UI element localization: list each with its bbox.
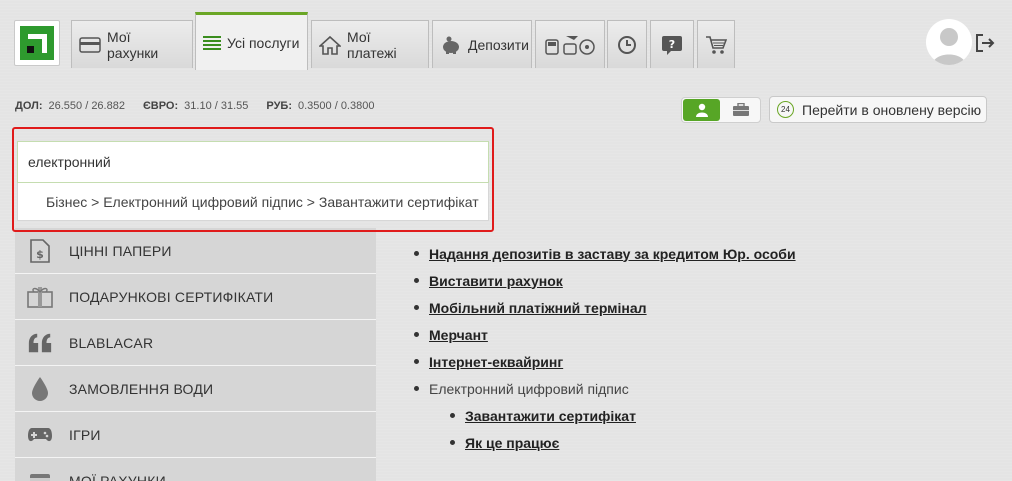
house-icon (319, 35, 341, 55)
list-item: Інтернет-еквайринг (414, 348, 796, 375)
list-item: Мерчант (414, 321, 796, 348)
business-account-button[interactable] (722, 99, 759, 121)
tab-label: Мої рахунки (107, 28, 159, 61)
help-icon: ? (661, 35, 683, 55)
rate-rub: РУБ: 0.3500 / 0.3800 (266, 100, 375, 112)
new-version-button[interactable]: 24 Перейти в оновлену версію (769, 96, 987, 123)
link-internet-acquiring[interactable]: Інтернет-еквайринг (429, 354, 563, 370)
service-links: Надання депозитів в заставу за кредитом … (414, 240, 796, 456)
search-highlight: Бізнес > Електронний цифровий підпис > З… (12, 127, 494, 232)
svg-text:$: $ (36, 248, 44, 261)
list-item: Як це працює (414, 429, 796, 456)
gamepad-icon (27, 422, 53, 448)
search-input[interactable] (17, 141, 489, 183)
tab-history[interactable] (607, 20, 647, 68)
card-icon (27, 468, 53, 481)
personal-account-button[interactable] (683, 99, 720, 121)
list-item: Електронний цифровий підпис (414, 375, 796, 402)
card-icon (79, 36, 101, 53)
person-icon (695, 103, 708, 117)
transport-icon (544, 32, 596, 58)
menu-item-securities[interactable]: $ ЦІННІ ПАПЕРИ (15, 228, 376, 274)
menu-item-blablacar[interactable]: BLABLACAR (15, 320, 376, 366)
avatar[interactable] (926, 19, 972, 65)
list-item: Мобільний платіжний термінал (414, 294, 796, 321)
cart-icon (705, 35, 727, 55)
link-merchant[interactable]: Мерчант (429, 327, 488, 343)
account-type-switcher (681, 97, 761, 123)
tab-all-services[interactable]: Усі послуги (195, 12, 308, 70)
list-icon (203, 35, 221, 51)
menu-item-water-order[interactable]: ЗАМОВЛЕННЯ ВОДИ (15, 366, 376, 412)
piggy-bank-icon (440, 36, 462, 54)
services-menu: $ ЦІННІ ПАПЕРИ ПОДАРУНКОВІ СЕРТИФІКАТИ B… (15, 228, 376, 481)
currency-rates: ДОЛ: 26.550 / 26.882 ЄВРО: 31.10 / 31.55 Р… (15, 100, 374, 112)
rate-usd: ДОЛ: 26.550 / 26.882 (15, 100, 125, 112)
section-digital-signature: Електронний цифровий підпис (429, 380, 629, 397)
tab-label: Усі послуги (227, 34, 300, 51)
tab-my-accounts[interactable]: Мої рахунки (71, 20, 193, 68)
tab-transport[interactable] (535, 20, 605, 68)
link-issue-invoice[interactable]: Виставити рахунок (429, 273, 563, 289)
tab-cart[interactable] (697, 20, 735, 68)
tab-help[interactable]: ? (650, 20, 694, 68)
logout-icon (976, 34, 995, 52)
tab-my-payments[interactable]: Мої платежі (311, 20, 429, 68)
menu-item-my-accounts[interactable]: МОЇ РАХУНКИ (15, 458, 376, 481)
history-icon (616, 34, 638, 56)
link-deposit-collateral[interactable]: Надання депозитів в заставу за кредитом … (429, 246, 796, 262)
list-item: Виставити рахунок (414, 267, 796, 294)
version-badge: 24 (777, 101, 794, 118)
briefcase-icon (732, 103, 749, 116)
link-how-it-works[interactable]: Як це працює (465, 435, 559, 451)
rate-eur: ЄВРО: 31.10 / 31.55 (142, 100, 249, 112)
gift-icon (27, 284, 53, 310)
search-suggestion[interactable]: Бізнес > Електронний цифровий підпис > З… (17, 183, 489, 221)
link-mobile-terminal[interactable]: Мобільний платіжний термінал (429, 300, 647, 316)
menu-item-games[interactable]: ІГРИ (15, 412, 376, 458)
list-item: Надання депозитів в заставу за кредитом … (414, 240, 796, 267)
top-navigation: Мої рахунки Усі послуги Мої платежі Депо… (0, 0, 1012, 70)
user-silhouette-icon (932, 28, 966, 65)
new-version-label: Перейти в оновлену версію (802, 101, 982, 118)
tab-label: Мої платежі (347, 28, 397, 61)
logout-button[interactable] (975, 33, 995, 53)
tab-label: Депозити (468, 36, 529, 53)
water-drop-icon (27, 376, 53, 402)
quote-icon (27, 330, 53, 356)
document-dollar-icon: $ (27, 238, 53, 264)
link-download-certificate[interactable]: Завантажити сертифікат (465, 408, 636, 424)
svg-text:?: ? (669, 38, 675, 51)
privatbank-logo[interactable] (14, 20, 60, 66)
menu-item-gift-certificates[interactable]: ПОДАРУНКОВІ СЕРТИФІКАТИ (15, 274, 376, 320)
logo-icon (20, 26, 54, 60)
tab-deposits[interactable]: Депозити (432, 20, 532, 68)
list-item: Завантажити сертифікат (414, 402, 796, 429)
